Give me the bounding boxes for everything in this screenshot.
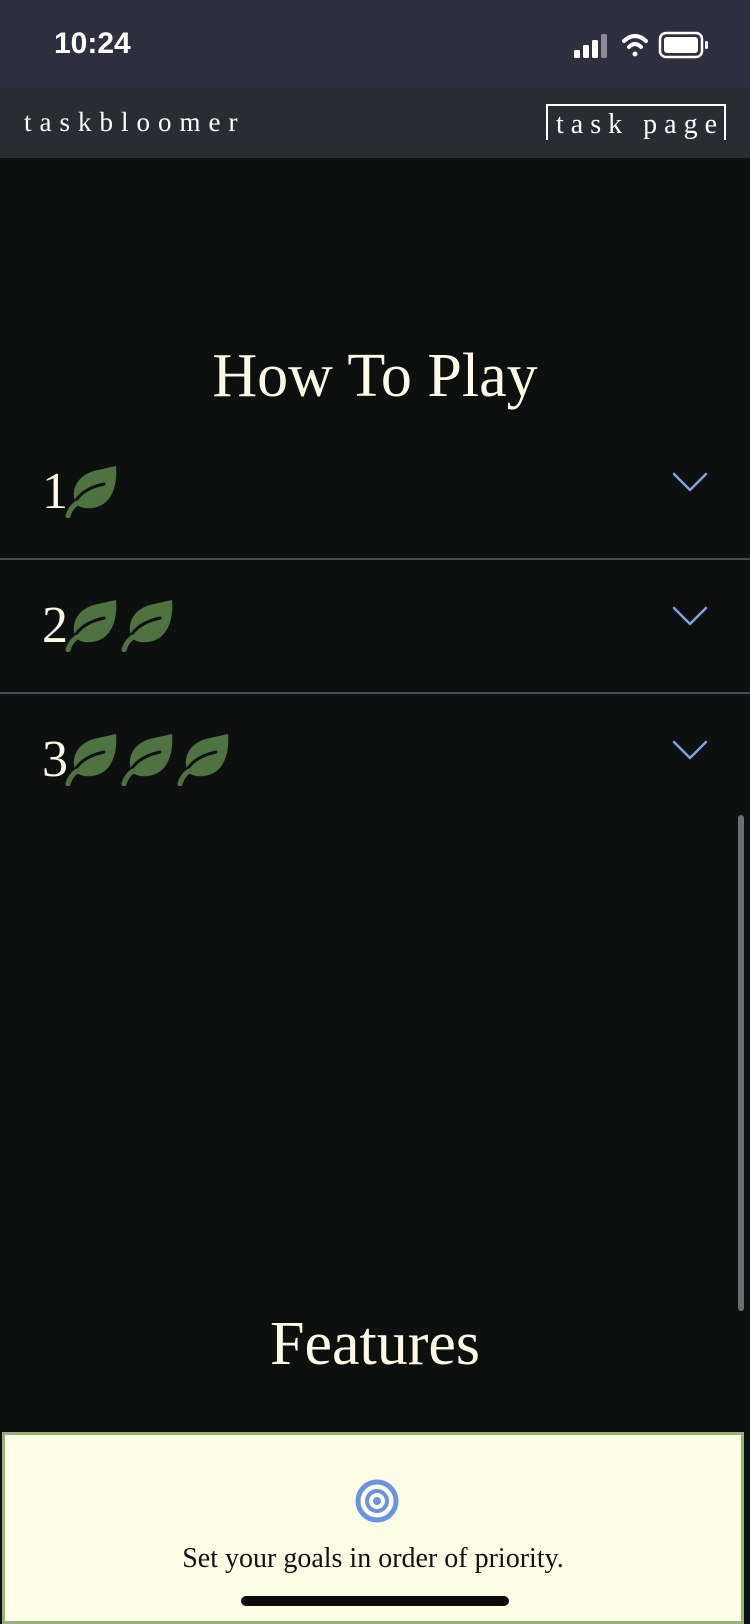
leaf-icon [177,734,229,786]
task-page-link[interactable]: task page [546,104,726,140]
how-to-play-title: How To Play [212,342,538,410]
wifi-icon [622,34,648,57]
signal-icon [574,34,607,58]
accordion-row-1[interactable]: 1 [0,426,750,560]
leaf-icon [121,734,173,786]
home-indicator [241,1596,509,1606]
chevron-down-icon[interactable] [672,738,708,762]
scrollbar[interactable] [738,815,744,1311]
leaf-rating [64,462,120,518]
leaf-icon [65,466,117,518]
accordion-row-2[interactable]: 2 [0,560,750,694]
features-title: Features [269,1310,481,1378]
leaf-icon [65,600,117,652]
battery-icon [658,31,708,59]
leaf-rating [64,596,176,652]
chevron-down-icon[interactable] [672,470,708,494]
brand-logo[interactable]: taskbloomer [24,106,245,138]
leaf-rating [64,730,232,786]
accordion-row-3[interactable]: 3 [0,694,750,826]
target-icon [355,1479,399,1523]
status-icons [574,31,708,59]
status-bar: 10:24 [0,0,750,88]
chevron-down-icon[interactable] [672,604,708,628]
leaf-icon [65,734,117,786]
navbar: taskbloomer task page [0,88,750,158]
feature-description: Set your goals in order of priority. [182,1543,564,1574]
status-time: 10:24 [54,27,131,60]
leaf-icon [121,600,173,652]
